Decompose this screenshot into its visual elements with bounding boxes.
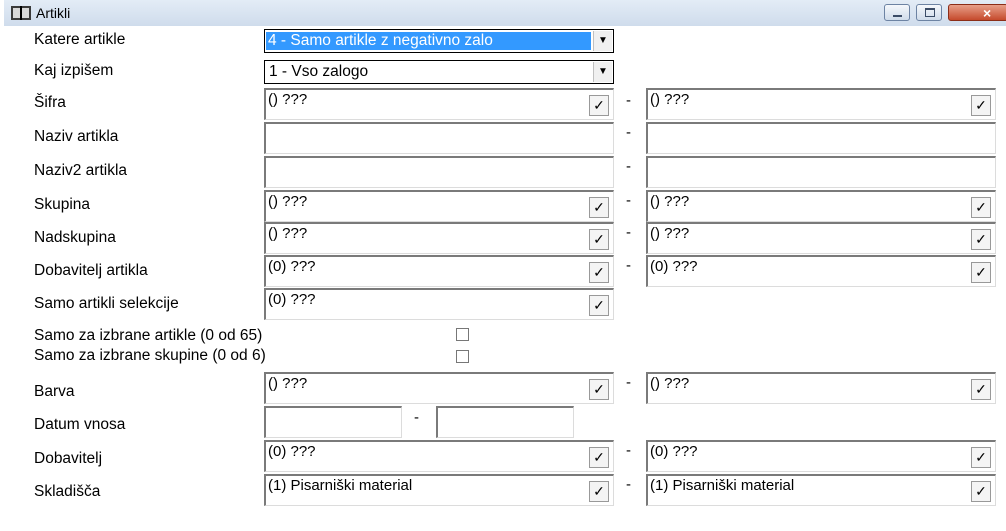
chevron-down-icon[interactable]: ▼ xyxy=(593,31,612,51)
skupina-label: Skupina xyxy=(34,196,91,213)
barva-to-value: () ??? xyxy=(650,375,690,392)
close-icon: × xyxy=(983,5,992,21)
dobavitelj-artikla-from-value: (0) ??? xyxy=(268,258,316,275)
kaj-izpisem-value: 1 - Vso zalogo xyxy=(269,63,369,80)
izbrane-skupine-label: Samo za izbrane skupine (0 od 6) xyxy=(34,347,266,364)
naziv-artikla-from-field[interactable] xyxy=(264,122,614,154)
sifra-from-field[interactable]: () ??? ✓ xyxy=(264,88,614,120)
dobavitelj-from-value: (0) ??? xyxy=(268,443,316,460)
datum-from-field[interactable] xyxy=(264,406,402,438)
range-separator: - xyxy=(626,257,631,274)
lookup-check-icon[interactable]: ✓ xyxy=(971,229,991,250)
naziv2-artikla-from-field[interactable] xyxy=(264,156,614,188)
range-separator: - xyxy=(626,476,631,493)
naziv2-artikla-to-field[interactable] xyxy=(646,156,996,188)
dobavitelj-to-value: (0) ??? xyxy=(650,443,698,460)
book-icon xyxy=(11,6,31,20)
nadskupina-from-value: () ??? xyxy=(268,225,308,242)
filter-form: Katere artikle 4 - Samo artikle z negati… xyxy=(4,26,1006,531)
skupina-to-value: () ??? xyxy=(650,193,690,210)
chevron-down-icon[interactable]: ▼ xyxy=(593,62,612,82)
kaj-izpisem-label: Kaj izpišem xyxy=(34,62,114,79)
lookup-check-icon[interactable]: ✓ xyxy=(589,379,609,400)
range-separator: - xyxy=(626,192,631,209)
range-separator: - xyxy=(626,158,631,175)
lookup-check-icon[interactable]: ✓ xyxy=(589,295,609,316)
lookup-check-icon[interactable]: ✓ xyxy=(589,262,609,283)
skladisca-to-value: (1) Pisarniški material xyxy=(650,477,795,494)
nadskupina-to-value: () ??? xyxy=(650,225,690,242)
dobavitelj-label: Dobavitelj xyxy=(34,450,103,467)
sifra-to-value: () ??? xyxy=(650,91,690,108)
lookup-check-icon[interactable]: ✓ xyxy=(589,197,609,218)
range-separator: - xyxy=(626,442,631,459)
katere-artikle-label: Katere artikle xyxy=(34,31,126,48)
dobavitelj-artikla-label: Dobavitelj artikla xyxy=(34,262,148,279)
lookup-check-icon[interactable]: ✓ xyxy=(589,229,609,250)
title-bar: Artikli × xyxy=(4,0,1006,27)
dobavitelj-from-field[interactable]: (0) ??? ✓ xyxy=(264,440,614,472)
lookup-check-icon[interactable]: ✓ xyxy=(589,481,609,502)
artikli-window: Artikli × Katere artikle 4 - Samo artikl… xyxy=(4,0,1006,531)
barva-from-field[interactable]: () ??? ✓ xyxy=(264,372,614,404)
barva-label: Barva xyxy=(34,383,75,400)
skladisca-from-value: (1) Pisarniški material xyxy=(268,477,413,494)
barva-to-field[interactable]: () ??? ✓ xyxy=(646,372,996,404)
lookup-check-icon[interactable]: ✓ xyxy=(971,481,991,502)
skladisca-label: Skladišča xyxy=(34,483,101,500)
selekcija-label: Samo artikli selekcije xyxy=(34,295,179,312)
skladisca-from-field[interactable]: (1) Pisarniški material ✓ xyxy=(264,474,614,506)
range-separator: - xyxy=(626,224,631,241)
lookup-check-icon[interactable]: ✓ xyxy=(589,447,609,468)
dobavitelj-to-field[interactable]: (0) ??? ✓ xyxy=(646,440,996,472)
naziv-artikla-to-field[interactable] xyxy=(646,122,996,154)
izbrane-artikle-label: Samo za izbrane artikle (0 od 65) xyxy=(34,327,263,344)
lookup-check-icon[interactable]: ✓ xyxy=(971,197,991,218)
selekcija-field[interactable]: (0) ??? ✓ xyxy=(264,288,614,320)
sifra-label: Šifra xyxy=(34,94,66,111)
nadskupina-to-field[interactable]: () ??? ✓ xyxy=(646,222,996,254)
katere-artikle-select[interactable]: 4 - Samo artikle z negativno zalo ▼ xyxy=(264,29,614,53)
maximize-icon xyxy=(925,8,935,17)
lookup-check-icon[interactable]: ✓ xyxy=(971,447,991,468)
nadskupina-label: Nadskupina xyxy=(34,229,116,246)
kaj-izpisem-select[interactable]: 1 - Vso zalogo ▼ xyxy=(264,60,614,84)
skladisca-to-field[interactable]: (1) Pisarniški material ✓ xyxy=(646,474,996,506)
katere-artikle-value: 4 - Samo artikle z negativno zalo xyxy=(266,32,591,50)
sifra-from-value: () ??? xyxy=(268,91,308,108)
dobavitelj-artikla-from-field[interactable]: (0) ??? ✓ xyxy=(264,255,614,287)
skupina-from-value: () ??? xyxy=(268,193,308,210)
range-separator: - xyxy=(414,409,419,426)
range-separator: - xyxy=(626,92,631,109)
minimize-icon xyxy=(893,15,902,17)
dobavitelj-artikla-to-field[interactable]: (0) ??? ✓ xyxy=(646,255,996,287)
izbrane-skupine-checkbox[interactable] xyxy=(456,350,469,363)
naziv-artikla-label: Naziv artikla xyxy=(34,128,119,145)
skupina-from-field[interactable]: () ??? ✓ xyxy=(264,190,614,222)
selekcija-value: (0) ??? xyxy=(268,291,316,308)
lookup-check-icon[interactable]: ✓ xyxy=(971,262,991,283)
dobavitelj-artikla-to-value: (0) ??? xyxy=(650,258,698,275)
minimize-button[interactable] xyxy=(884,4,910,21)
window-title: Artikli xyxy=(36,5,71,21)
lookup-check-icon[interactable]: ✓ xyxy=(971,95,991,116)
range-separator: - xyxy=(626,124,631,141)
maximize-button[interactable] xyxy=(916,4,942,21)
lookup-check-icon[interactable]: ✓ xyxy=(589,95,609,116)
nadskupina-from-field[interactable]: () ??? ✓ xyxy=(264,222,614,254)
skupina-to-field[interactable]: () ??? ✓ xyxy=(646,190,996,222)
range-separator: - xyxy=(626,374,631,391)
close-button[interactable]: × xyxy=(948,4,1006,21)
barva-from-value: () ??? xyxy=(268,375,308,392)
datum-to-field[interactable] xyxy=(436,406,574,438)
datum-vnosa-label: Datum vnosa xyxy=(34,416,126,433)
sifra-to-field[interactable]: () ??? ✓ xyxy=(646,88,996,120)
izbrane-artikle-checkbox[interactable] xyxy=(456,328,469,341)
naziv2-artikla-label: Naziv2 artikla xyxy=(34,162,128,179)
lookup-check-icon[interactable]: ✓ xyxy=(971,379,991,400)
